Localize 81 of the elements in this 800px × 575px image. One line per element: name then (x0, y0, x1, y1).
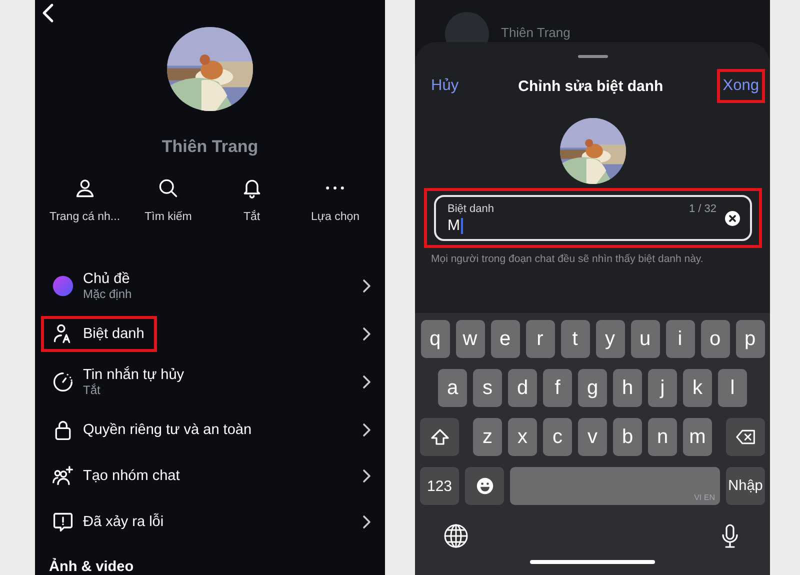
menu-item[interactable]: Chủ đề Mặc định (35, 261, 385, 311)
character-counter: 1 / 32 (688, 202, 716, 214)
helper-text: Mọi người trong đoạn chat đều sẽ nhìn thấy biệt danh này. (431, 253, 704, 265)
smiley-icon (474, 477, 494, 495)
shift-key[interactable] (420, 418, 459, 456)
keyboard-key[interactable]: n (648, 418, 677, 456)
keyboard-key[interactable]: i (666, 320, 694, 358)
drag-handle[interactable] (578, 55, 608, 58)
keyboard-key[interactable]: v (578, 418, 607, 456)
chevron-icon (362, 327, 371, 341)
menu-item-title: Đã xảy ra lỗi (83, 514, 164, 530)
chevron-icon (362, 375, 371, 389)
input-field[interactable]: Biệt danh 1 / 32 M (434, 195, 752, 241)
action-button[interactable]: Tắt (210, 177, 294, 223)
menu-item-subtitle: Tắt (83, 383, 102, 397)
more-icon (326, 186, 344, 190)
keyboard-key[interactable]: d (508, 369, 537, 407)
person-icon (74, 177, 96, 199)
backspace-icon (736, 428, 756, 446)
action-button[interactable]: Trang cá nh... (43, 177, 126, 223)
section-heading: Ảnh & video (49, 559, 135, 575)
menu-item[interactable]: Biệt danh (35, 311, 385, 357)
sheet-title: Chỉnh sửa biệt danh (517, 78, 664, 94)
chevron-icon (362, 515, 371, 529)
keyboard-key[interactable]: a (438, 369, 467, 407)
keyboard-key[interactable]: p (736, 320, 764, 358)
chevron-icon (362, 469, 371, 483)
search-icon (157, 177, 180, 199)
keyboard-key[interactable]: h (613, 369, 642, 407)
return-key[interactable]: Nhập (726, 467, 765, 505)
menu-item[interactable]: Quyền riêng tư và an toàn (35, 407, 385, 453)
gradient-dot-icon (52, 275, 74, 297)
clear-icon[interactable] (724, 210, 740, 226)
keyboard-key[interactable]: s (473, 369, 502, 407)
field-value: M (448, 218, 463, 234)
add-people-icon (52, 465, 74, 487)
menu-item-title: Quyền riêng tư và an toàn (83, 422, 252, 438)
keyboard-key[interactable]: f (543, 369, 572, 407)
keyboard-key[interactable]: b (613, 418, 642, 456)
chevron-icon (362, 423, 371, 437)
keyboard-key[interactable]: y (596, 320, 624, 358)
menu-item-title: Chủ đề (83, 271, 131, 287)
shift-arrow-icon (430, 428, 450, 446)
keyboard-key[interactable]: j (648, 369, 677, 407)
back-icon[interactable] (41, 3, 55, 23)
keyboard-key[interactable]: c (543, 418, 572, 456)
menu-item-subtitle: Mặc định (83, 287, 132, 301)
menu-item[interactable]: Đã xảy ra lỗi (35, 499, 385, 545)
language-label: VI EN (694, 493, 715, 502)
field-label: Biệt danh (448, 202, 494, 214)
keyboard-key[interactable]: z (473, 418, 502, 456)
numbers-key[interactable]: 123 (420, 467, 459, 505)
globe-icon[interactable] (442, 523, 468, 549)
contact-name: Thiên Trang (162, 137, 258, 157)
keyboard-key[interactable]: w (456, 320, 484, 358)
keyboard-key[interactable]: l (718, 369, 747, 407)
keyboard-key[interactable]: q (420, 320, 450, 358)
keyboard-key[interactable]: t (560, 320, 590, 358)
action-button[interactable]: Lựa chọn (294, 177, 377, 223)
keyboard-key[interactable]: k (683, 369, 712, 407)
menu-item-title: Tạo nhóm chat (83, 468, 180, 484)
keyboard-key[interactable]: u (630, 320, 660, 358)
keyboard-key[interactable]: o (700, 320, 730, 358)
done-button[interactable]: Xong (716, 69, 765, 103)
keyboard-key[interactable]: e (490, 320, 520, 358)
menu-item[interactable]: Tin nhắn tự hủy Tắt (35, 357, 385, 407)
alert-bubble-icon (52, 511, 74, 533)
keyboard-key[interactable]: r (526, 320, 554, 358)
keyboard-key[interactable]: m (683, 418, 712, 456)
contact-name: Thiên Trang (501, 25, 570, 40)
keyboard-key[interactable]: x (508, 418, 537, 456)
menu-item-title: Tin nhắn tự hủy (83, 367, 184, 383)
action-button[interactable]: Tìm kiếm (126, 177, 210, 223)
backspace-key[interactable] (726, 418, 765, 456)
chevron-icon (362, 279, 371, 293)
timer-icon (52, 371, 74, 393)
keyboard-key[interactable]: g (578, 369, 607, 407)
cancel-button[interactable]: Hủy (425, 69, 465, 103)
menu-item-title: Biệt danh (83, 326, 144, 342)
emoji-key[interactable] (465, 467, 504, 505)
menu-item[interactable]: Tạo nhóm chat (35, 453, 385, 499)
